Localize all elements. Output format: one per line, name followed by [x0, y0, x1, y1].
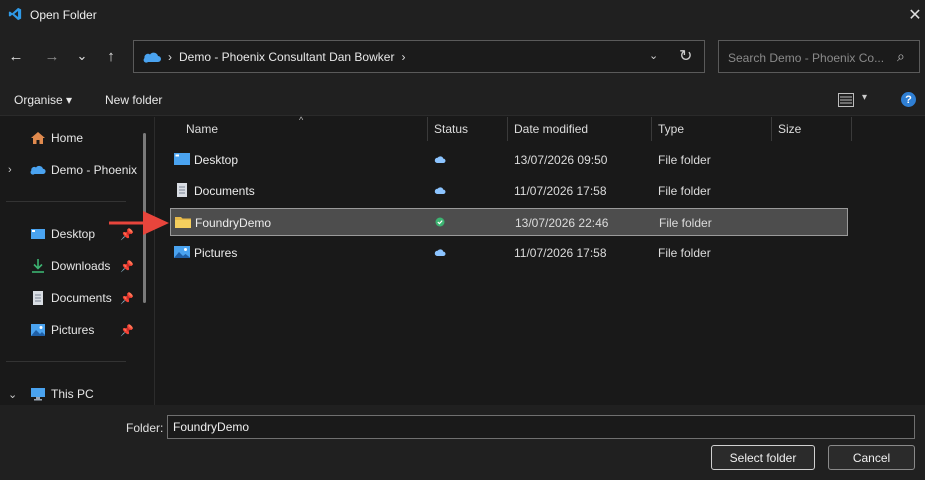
- file-name: Pictures: [194, 246, 238, 260]
- sidebar-item-label: Pictures: [51, 323, 95, 337]
- command-bar: Organise ▾ New folder ▾ ?: [0, 84, 925, 116]
- pictures-icon: [174, 246, 190, 258]
- up-button[interactable]: ↑: [99, 44, 123, 68]
- title-bar: Open Folder ✕: [0, 0, 925, 30]
- file-type: File folder: [658, 184, 711, 198]
- sidebar-item-documents[interactable]: Documents 📌: [0, 284, 145, 312]
- pin-icon[interactable]: 📌: [120, 324, 134, 337]
- new-folder-button[interactable]: New folder: [105, 93, 162, 107]
- open-folder-dialog: Open Folder ✕ ← → ⌄ ↑ › Demo - Phoenix C…: [0, 0, 925, 480]
- column-separator[interactable]: [651, 117, 652, 141]
- file-name: Desktop: [194, 153, 239, 167]
- onedrive-icon: [143, 52, 161, 63]
- breadcrumb-trail-chevron[interactable]: ›: [401, 50, 405, 64]
- file-list: ^ Name Status Date modified Type Size De…: [155, 115, 925, 405]
- cancel-button[interactable]: Cancel: [828, 445, 915, 470]
- column-separator[interactable]: [507, 117, 508, 141]
- column-separator[interactable]: [427, 117, 428, 141]
- sidebar-item-label: Desktop: [51, 227, 96, 241]
- file-date: 13/07/2026 22:46: [515, 216, 609, 230]
- sidebar-item-this-pc[interactable]: ⌄ This PC: [0, 380, 145, 408]
- cloud-status-icon: [434, 187, 446, 194]
- column-separator[interactable]: [851, 117, 852, 141]
- download-icon: [32, 259, 44, 273]
- file-name: Documents: [194, 184, 255, 198]
- annotation-arrow-icon: [109, 211, 169, 235]
- sidebar-item-label: Downloads: [51, 259, 111, 273]
- dialog-footer: Folder: Select folder Cancel: [0, 405, 925, 480]
- home-icon: [31, 132, 45, 144]
- sidebar-item-downloads[interactable]: Downloads 📌: [0, 252, 145, 280]
- expand-chevron-icon[interactable]: ⌄: [8, 388, 17, 401]
- folder-label: Folder:: [126, 421, 164, 435]
- address-dropdown-icon[interactable]: ⌄: [649, 49, 658, 62]
- sidebar-divider: [6, 201, 126, 202]
- organise-button[interactable]: Organise ▾: [14, 93, 72, 107]
- desktop-icon: [174, 153, 190, 165]
- sidebar-item-home[interactable]: Home: [0, 124, 145, 152]
- close-icon[interactable]: ✕: [905, 5, 925, 25]
- file-type: File folder: [658, 246, 711, 260]
- file-date: 11/07/2026 17:58: [514, 246, 607, 260]
- column-header-type[interactable]: Type: [658, 122, 684, 146]
- window-title: Open Folder: [30, 8, 97, 22]
- pc-icon: [31, 388, 45, 401]
- select-folder-button[interactable]: Select folder: [711, 445, 815, 470]
- breadcrumb-path[interactable]: Demo - Phoenix Consultant Dan Bowker: [179, 50, 394, 64]
- recent-locations-button[interactable]: ⌄: [70, 44, 94, 68]
- column-header-size[interactable]: Size: [778, 122, 801, 146]
- cloud-status-icon: [434, 249, 446, 256]
- sidebar-item-pictures[interactable]: Pictures 📌: [0, 316, 145, 344]
- file-type: File folder: [658, 153, 711, 167]
- navigation-pane: Home › Demo - Phoenix Desktop 📌 Download…: [0, 117, 155, 405]
- pictures-icon: [31, 324, 45, 336]
- expand-chevron-icon[interactable]: ›: [8, 164, 12, 176]
- file-row-desktop[interactable]: Desktop 13/07/2026 09:50 File folder: [170, 146, 848, 174]
- onedrive-icon: [30, 165, 46, 175]
- pin-icon[interactable]: 📌: [120, 260, 134, 273]
- file-row-pictures[interactable]: Pictures 11/07/2026 17:58 File folder: [170, 239, 848, 267]
- file-date: 11/07/2026 17:58: [514, 184, 607, 198]
- sort-ascending-icon: ^: [299, 115, 304, 125]
- sidebar-item-onedrive[interactable]: › Demo - Phoenix: [0, 156, 145, 184]
- folder-icon: [175, 217, 191, 228]
- column-header-name[interactable]: Name: [186, 122, 218, 146]
- column-separator[interactable]: [771, 117, 772, 141]
- address-bar[interactable]: › Demo - Phoenix Consultant Dan Bowker ›…: [133, 40, 705, 73]
- forward-button[interactable]: →: [40, 44, 64, 68]
- navigation-bar: ← → ⌄ ↑ › Demo - Phoenix Consultant Dan …: [0, 30, 925, 84]
- view-dropdown-icon[interactable]: ▾: [862, 92, 867, 103]
- sidebar-item-label: Home: [51, 131, 84, 145]
- synced-status-icon: [435, 217, 445, 227]
- file-row-foundrydemo[interactable]: FoundryDemo 13/07/2026 22:46 File folder: [170, 208, 848, 236]
- file-row-documents[interactable]: Documents 11/07/2026 17:58 File folder: [170, 177, 848, 205]
- file-name: FoundryDemo: [195, 216, 272, 230]
- sidebar-item-label: Documents: [51, 291, 112, 305]
- column-header-status[interactable]: Status: [434, 122, 468, 146]
- folder-name-input[interactable]: [167, 415, 915, 439]
- desktop-icon: [31, 229, 45, 239]
- sidebar-item-label: Demo - Phoenix: [51, 163, 138, 177]
- sidebar-item-label: This PC: [51, 387, 94, 401]
- cloud-status-icon: [434, 156, 446, 163]
- file-date: 13/07/2026 09:50: [514, 153, 608, 167]
- sidebar-divider: [6, 361, 126, 362]
- pin-icon[interactable]: 📌: [120, 292, 134, 305]
- back-button[interactable]: ←: [4, 44, 28, 68]
- view-details-icon[interactable]: [838, 93, 854, 107]
- documents-icon: [177, 183, 187, 197]
- breadcrumb-chevron[interactable]: ›: [168, 50, 172, 64]
- help-icon[interactable]: ?: [901, 92, 916, 107]
- documents-icon: [33, 291, 43, 305]
- refresh-icon[interactable]: ↻: [679, 46, 692, 66]
- vscode-icon: [8, 7, 22, 21]
- column-header-date-modified[interactable]: Date modified: [514, 122, 588, 146]
- search-placeholder: Search Demo - Phoenix Co...: [728, 51, 885, 65]
- search-box[interactable]: Search Demo - Phoenix Co... ⌕: [718, 40, 920, 73]
- file-type: File folder: [659, 216, 712, 230]
- search-icon[interactable]: ⌕: [897, 48, 905, 65]
